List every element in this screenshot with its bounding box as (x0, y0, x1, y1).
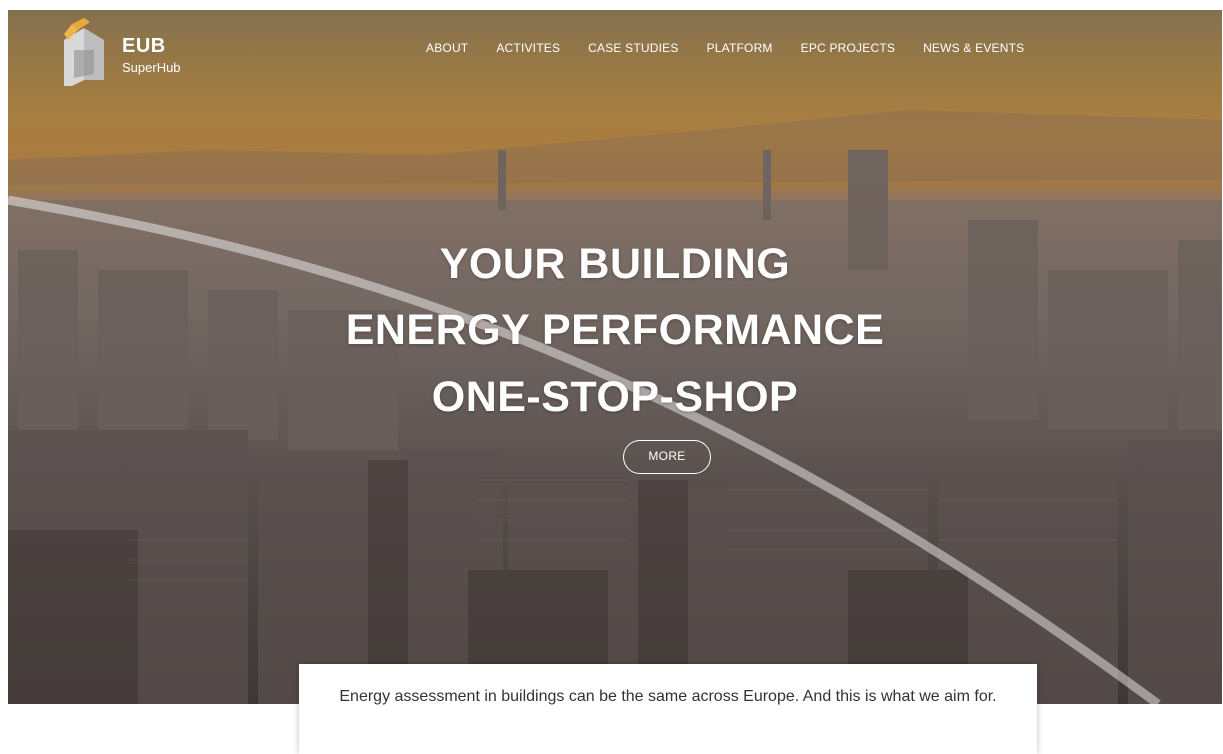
hero-banner: EUB SuperHub ABOUT ACTIVITES CASE STUDIE… (8, 10, 1222, 704)
nav-case-studies[interactable]: CASE STUDIES (588, 41, 678, 61)
brand-subtitle: SuperHub (122, 60, 181, 75)
site-logo[interactable]: EUB SuperHub (60, 18, 210, 86)
brand-title: EUB (122, 35, 166, 57)
nav-platform[interactable]: PLATFORM (707, 41, 773, 61)
hero-headline-line2: ENERGY PERFORMANCE (345, 306, 885, 354)
decorative-arc (8, 195, 1161, 704)
nav-about[interactable]: ABOUT (426, 41, 468, 61)
more-button[interactable]: MORE (623, 440, 711, 474)
intro-text: Energy assessment in buildings can be th… (339, 688, 997, 705)
house-logo-icon (64, 18, 104, 86)
nav-epc-projects[interactable]: EPC PROJECTS (801, 41, 895, 61)
nav-activities[interactable]: ACTIVITES (496, 41, 560, 61)
main-navigation: ABOUT ACTIVITES CASE STUDIES PLATFORM EP… (426, 41, 1052, 61)
hero-headline-line1: YOUR BUILDING (439, 240, 791, 288)
intro-card: Energy assessment in buildings can be th… (299, 664, 1037, 754)
nav-news-events[interactable]: NEWS & EVENTS (923, 41, 1024, 61)
hero-headline-line3: ONE-STOP-SHOP (431, 373, 799, 421)
